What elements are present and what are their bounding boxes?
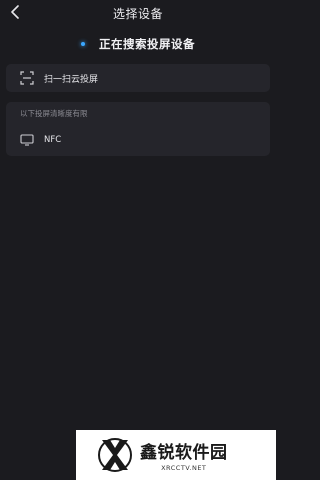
device-item[interactable]: NFC	[6, 128, 270, 152]
chevron-left-icon	[11, 5, 19, 19]
scan-label: 扫一扫云投屏	[44, 74, 99, 85]
scan-frame-icon	[20, 71, 34, 85]
searching-indicator	[81, 42, 85, 46]
back-button[interactable]	[4, 1, 26, 23]
device-list: 以下投屏清晰度有限 NFC	[6, 102, 270, 156]
watermark-banner: 鑫锐软件园 XRCCTV.NET	[76, 430, 276, 480]
watermark-text: 鑫锐软件园 XRCCTV.NET	[140, 438, 228, 472]
tv-icon	[20, 134, 34, 146]
scan-to-cast-button[interactable]: 扫一扫云投屏	[6, 64, 270, 92]
watermark-name: 鑫锐软件园	[140, 443, 228, 463]
section-label: 以下投屏清晰度有限	[20, 109, 88, 118]
top-bar: 选择设备	[0, 0, 276, 26]
device-name: NFC	[44, 135, 62, 145]
watermark-url: XRCCTV.NET	[161, 464, 207, 472]
search-status: 正在搜索投屏设备	[0, 34, 276, 54]
logo-x-icon	[98, 438, 132, 472]
searching-text: 正在搜索投屏设备	[99, 37, 195, 51]
page-title: 选择设备	[112, 6, 163, 21]
